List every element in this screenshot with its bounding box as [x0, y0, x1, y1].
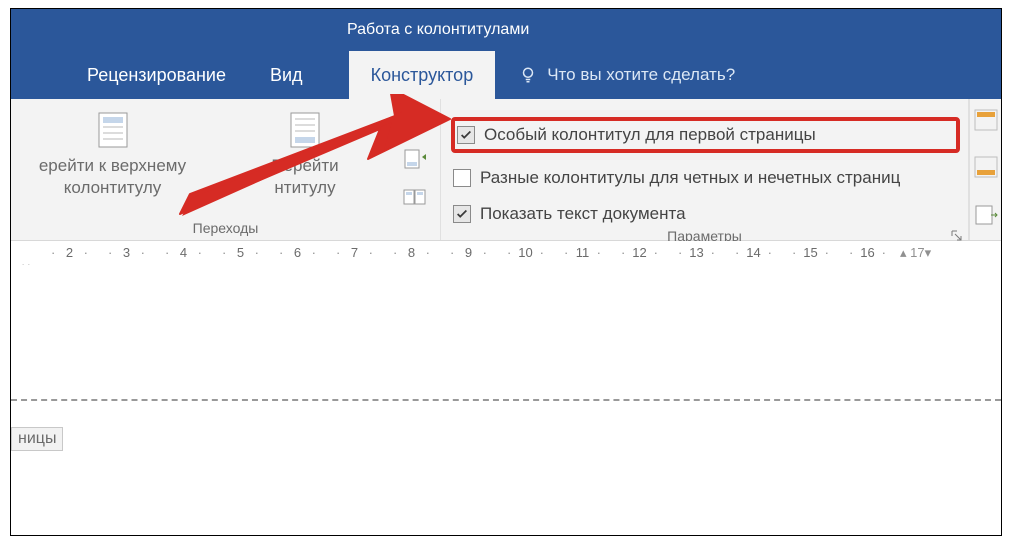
- previous-section-button[interactable]: [402, 109, 428, 135]
- tell-me-placeholder: Что вы хотите сделать?: [547, 65, 735, 85]
- ribbon-body: ерейти к верхнему колонтитулу Перейти нт…: [11, 99, 1001, 241]
- tab-review[interactable]: Рецензирование: [65, 51, 248, 99]
- contextual-tab-title: Работа с колонтитулами: [11, 9, 1001, 51]
- header-label-tab: ницы: [11, 427, 63, 451]
- goto-footer-line2: нтитулу: [274, 177, 335, 199]
- tab-design[interactable]: Конструктор: [349, 51, 496, 99]
- goto-header-line1: ерейти к верхнему: [39, 155, 186, 177]
- page-footer-icon: [283, 109, 327, 151]
- goto-header-button[interactable]: ерейти к верхнему колонтитулу: [15, 105, 210, 199]
- link-to-previous-button[interactable]: [402, 185, 428, 211]
- checkbox-icon: [453, 169, 471, 187]
- goto-footer-button[interactable]: Перейти нтитулу: [210, 105, 400, 199]
- footer-position-icon[interactable]: [974, 156, 1000, 182]
- checkbox-different-first-page-label: Особый колонтитул для первой страницы: [484, 125, 816, 145]
- tab-view[interactable]: Вид: [248, 51, 325, 99]
- tab-view-label: Вид: [270, 65, 303, 86]
- insert-alignment-tab-icon[interactable]: [974, 204, 1000, 230]
- checkbox-show-document-text[interactable]: Показать текст документа: [451, 203, 960, 225]
- checkbox-icon: [457, 126, 475, 144]
- goto-header-line2: колонтитулу: [64, 177, 161, 199]
- page-header-icon: [91, 109, 135, 151]
- header-position-icon[interactable]: [974, 109, 1000, 135]
- checkbox-different-first-page[interactable]: Особый колонтитул для первой страницы: [451, 117, 960, 153]
- lightbulb-icon: [519, 66, 537, 84]
- tab-review-label: Рецензирование: [87, 65, 226, 86]
- document-area[interactable]: ницы формационная компьютерная сеть «Инт…: [11, 265, 1001, 535]
- document-body-text: формационная компьютерная сеть «Интернет…: [11, 401, 1001, 535]
- nav-group-label: Переходы: [11, 217, 440, 240]
- next-section-button[interactable]: [402, 147, 428, 173]
- checkbox-show-document-text-label: Показать текст документа: [480, 204, 686, 224]
- ribbon-tab-strip: Рецензирование Вид Конструктор Что вы хо…: [11, 51, 1001, 99]
- checkbox-odd-even-pages-label: Разные колонтитулы для четных и нечетных…: [480, 168, 900, 188]
- tab-design-label: Конструктор: [371, 65, 474, 86]
- app-window: Работа с колонтитулами Рецензирование Ви…: [10, 8, 1002, 536]
- contextual-tab-title-text: Работа с колонтитулами: [347, 21, 529, 39]
- checkbox-icon: [453, 205, 471, 223]
- checkbox-odd-even-pages[interactable]: Разные колонтитулы для четных и нечетных…: [451, 167, 960, 189]
- horizontal-ruler[interactable]: 2345678910111213141516▴ 17▾: [11, 241, 1001, 265]
- goto-footer-line1: Перейти: [271, 155, 338, 177]
- tell-me-search[interactable]: Что вы хотите сделать?: [495, 51, 735, 99]
